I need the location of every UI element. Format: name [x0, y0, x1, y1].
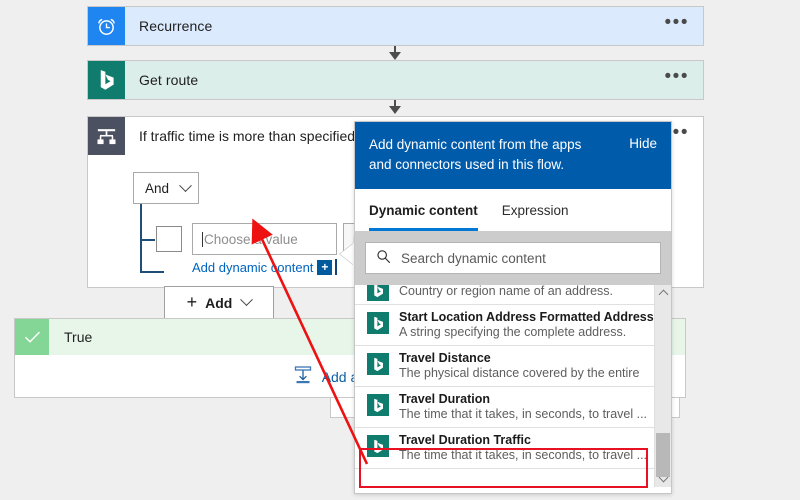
panel-header: Add dynamic content from the apps and co…: [355, 122, 671, 189]
flow-designer-canvas: Recurrence ••• Get route ••• If traffic …: [0, 0, 800, 500]
flow-step-title: Get route: [139, 72, 199, 88]
list-item-description: A string specifying the complete address…: [399, 325, 627, 339]
bing-maps-icon: [367, 353, 389, 375]
list-item-title: Travel Duration: [399, 392, 490, 406]
overflow-menu-icon[interactable]: •••: [665, 61, 703, 99]
choose-a-value-input[interactable]: Choose a value: [192, 223, 337, 255]
plus-icon: +: [186, 292, 198, 312]
connector-arrow-icon: [389, 52, 401, 60]
add-dynamic-content-label: Add dynamic content: [192, 259, 314, 275]
bing-maps-icon: [88, 61, 125, 99]
choose-a-value-placeholder: Choose a value: [204, 231, 298, 247]
flow-step-get-route[interactable]: Get route •••: [87, 60, 704, 100]
connector-arrow-icon: [389, 106, 401, 114]
true-branch-label: True: [64, 329, 93, 345]
search-area: Search dynamic content: [355, 231, 671, 285]
tab-expression[interactable]: Expression: [502, 190, 569, 231]
list-item[interactable]: Travel Distance The physical distance co…: [355, 346, 671, 387]
overflow-menu-icon[interactable]: •••: [665, 7, 703, 45]
logic-operator-dropdown[interactable]: And: [133, 172, 199, 204]
list-item-description: The time that it takes, in seconds, to t…: [399, 407, 648, 421]
insert-action-icon: [293, 365, 313, 388]
hide-panel-link[interactable]: Hide: [629, 135, 657, 151]
search-icon: [376, 249, 391, 267]
add-dynamic-content-link[interactable]: Add dynamic content +: [192, 259, 338, 275]
panel-callout-pointer: [340, 243, 354, 265]
dynamic-content-panel: Add dynamic content from the apps and co…: [354, 121, 672, 494]
tab-dynamic-content[interactable]: Dynamic content: [369, 190, 478, 231]
flow-step-recurrence[interactable]: Recurrence •••: [87, 6, 704, 46]
list-item-travel-duration-traffic[interactable]: Travel Duration Traffic The time that it…: [355, 428, 671, 469]
list-item[interactable]: Country or region name of an address.: [355, 285, 671, 305]
list-item-description: The time that it takes, in seconds, to t…: [399, 448, 648, 462]
condition-branch-icon: [88, 117, 125, 155]
bing-maps-icon: [367, 285, 389, 301]
add-condition-button[interactable]: + Add: [164, 286, 274, 319]
bing-maps-icon: [367, 312, 389, 334]
dynamic-content-list: Country or region name of an address. St…: [355, 285, 671, 487]
chevron-up-icon: [658, 289, 668, 300]
search-dynamic-content-input[interactable]: Search dynamic content: [365, 242, 661, 274]
tab-label: Expression: [501, 202, 569, 218]
scroll-down-button[interactable]: [655, 470, 671, 487]
logic-operator-label: And: [145, 180, 170, 196]
panel-header-text: Add dynamic content from the apps and co…: [369, 137, 582, 172]
add-condition-label: Add: [205, 294, 233, 311]
check-icon: [15, 319, 49, 355]
condition-row-checkbox[interactable]: [156, 226, 182, 252]
list-item[interactable]: Travel Duration The time that it takes, …: [355, 387, 671, 428]
list-item-title: Travel Distance: [399, 351, 491, 365]
panel-tabs: Dynamic content Expression: [355, 189, 671, 231]
chevron-down-icon: [240, 293, 254, 307]
list-item-description: Country or region name of an address.: [399, 285, 614, 298]
bing-maps-icon: [367, 394, 389, 416]
text-caret: [335, 259, 338, 275]
text-caret: [202, 231, 203, 247]
flow-step-title: Recurrence: [139, 18, 213, 34]
tree-line-vertical: [140, 204, 142, 272]
list-item-title: Travel Duration Traffic: [399, 433, 531, 447]
tree-line-branch: [140, 239, 155, 241]
list-item-description: The physical distance covered by the ent…: [399, 366, 640, 380]
search-placeholder: Search dynamic content: [401, 250, 546, 266]
alarm-clock-icon: [88, 7, 125, 45]
chevron-down-icon: [179, 178, 192, 192]
scroll-up-button[interactable]: [655, 285, 671, 302]
plus-icon[interactable]: +: [317, 259, 333, 275]
list-scrollbar[interactable]: [654, 285, 671, 487]
tree-line-branch: [140, 271, 164, 273]
bing-maps-icon: [367, 435, 389, 457]
list-item-title: Start Location Address Formatted Address: [399, 310, 654, 324]
tab-label: Dynamic content: [369, 202, 478, 218]
chevron-down-icon: [658, 472, 668, 483]
list-item[interactable]: Start Location Address Formatted Address…: [355, 305, 671, 346]
